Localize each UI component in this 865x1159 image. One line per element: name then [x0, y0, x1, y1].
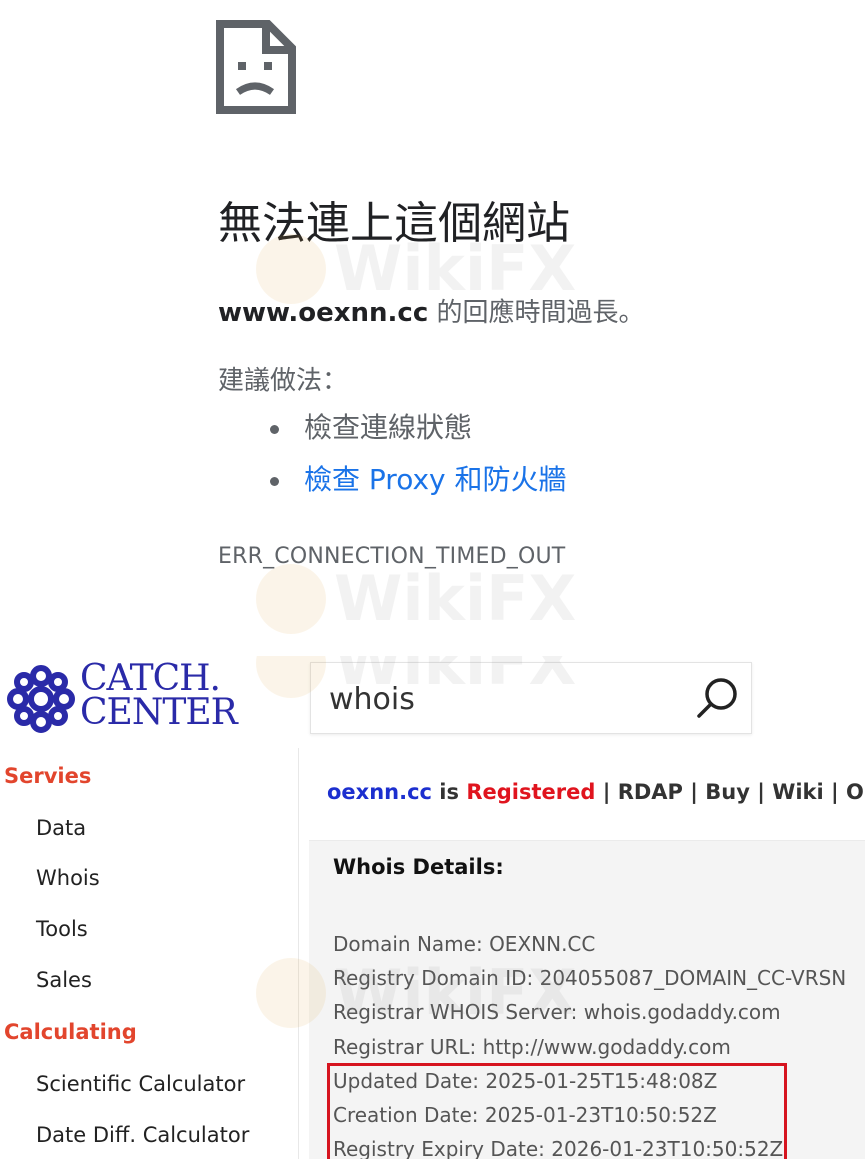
whois-details-panel: Whois Details: Domain Name: OEXNN.CC Reg…	[309, 840, 865, 1159]
error-message: www.oexnn.cc 的回應時間過長。	[218, 292, 645, 329]
logo-text: CATCH. CENTER	[80, 658, 238, 733]
whois-details-title: Whois Details:	[333, 855, 504, 879]
error-domain: www.oexnn.cc	[218, 298, 429, 328]
sidebar-item-scientific-calculator[interactable]: Scientific Calculator	[36, 1072, 245, 1096]
sidebar-item-date-diff-calculator[interactable]: Date Diff. Calculator	[36, 1123, 249, 1147]
whois-domain-name: Domain Name: OEXNN.CC	[333, 932, 596, 956]
whois-registrar-server: Registrar WHOIS Server: whois.godaddy.co…	[333, 1000, 781, 1025]
logo-octopus-icon	[7, 665, 75, 733]
sidebar-item-data[interactable]: Data	[36, 816, 86, 840]
sidebar-item-whois[interactable]: Whois	[36, 866, 100, 890]
suggestion-heading: 建議做法：	[218, 366, 349, 396]
status-badge: Registered	[466, 780, 596, 804]
whois-content: oexnn.cc is Registered | RDAP | Buy | Wi…	[299, 748, 865, 1159]
suggestion-check-connection: 檢查連線狀態	[268, 402, 567, 454]
sidebar-section-services: Servies	[4, 764, 92, 788]
open-link[interactable]: Open	[846, 780, 865, 804]
rdap-link[interactable]: RDAP	[618, 780, 683, 804]
domain-name: oexnn.cc	[327, 780, 432, 804]
registration-status-line: oexnn.cc is Registered | RDAP | Buy | Wi…	[327, 780, 865, 804]
sad-page-icon	[216, 20, 296, 114]
catch-center-logo[interactable]: CATCH. CENTER	[6, 660, 258, 740]
dates-highlight-box	[327, 1063, 787, 1159]
sidebar-item-tools[interactable]: Tools	[36, 917, 88, 941]
search-icon[interactable]	[693, 673, 743, 723]
error-code: ERR_CONNECTION_TIMED_OUT	[218, 544, 566, 569]
sidebar: Servies Data Whois Tools Sales Calculati…	[0, 748, 299, 1159]
suggestion-check-proxy-link[interactable]: 檢查 Proxy 和防火牆	[268, 454, 567, 506]
sidebar-item-sales[interactable]: Sales	[36, 968, 92, 992]
error-title: 無法連上這個網站	[218, 198, 570, 249]
site-header: CATCH. CENTER	[0, 656, 865, 749]
browser-error-page: 無法連上這個網站 www.oexnn.cc 的回應時間過長。 建議做法： 檢查連…	[0, 0, 865, 640]
suggestion-list: 檢查連線狀態 檢查 Proxy 和防火牆	[268, 402, 567, 506]
wiki-link[interactable]: Wiki	[772, 780, 824, 804]
whois-site: CATCH. CENTER Servies Data Whois Tools S…	[0, 656, 865, 1159]
error-message-text: 的回應時間過長。	[428, 298, 645, 328]
search-box	[310, 662, 752, 734]
sidebar-section-calculating: Calculating	[4, 1020, 137, 1044]
buy-link[interactable]: Buy	[705, 780, 750, 804]
search-input[interactable]	[327, 675, 691, 723]
watermark-logo-icon	[256, 563, 326, 634]
whois-registry-domain-id: Registry Domain ID: 204055087_DOMAIN_CC-…	[333, 966, 847, 991]
watermark: WikiFX	[256, 562, 576, 635]
whois-registrar-url: Registrar URL: http://www.godaddy.com	[333, 1034, 731, 1059]
